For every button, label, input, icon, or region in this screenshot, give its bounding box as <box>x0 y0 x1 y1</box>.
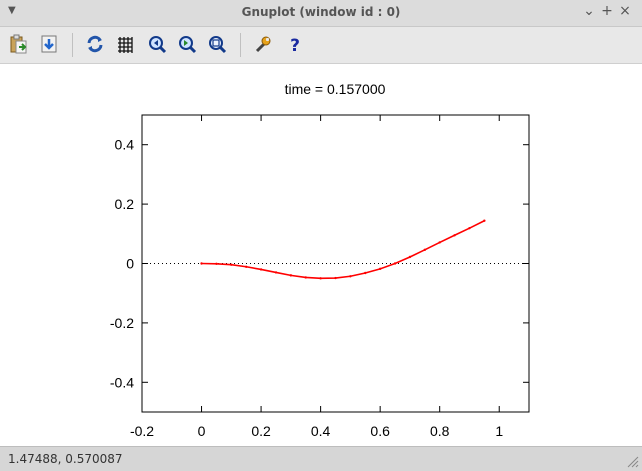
x-tick-label: 0.8 <box>430 423 450 439</box>
series-layer <box>200 219 486 280</box>
y-tick-label: -0.2 <box>110 315 134 331</box>
series-point <box>423 248 427 252</box>
help-button[interactable]: ? <box>284 33 306 55</box>
refresh-icon <box>87 35 103 53</box>
x-tick-label: 1 <box>495 423 503 439</box>
series-point <box>438 241 441 244</box>
toolbar: ? <box>0 27 642 64</box>
grid-button[interactable] <box>114 33 136 55</box>
mouse-coordinates: 1.47488, 0.570087 <box>8 452 123 466</box>
window-title: Gnuplot (window id : 0) <box>241 5 401 19</box>
toolbar-separator <box>72 33 73 57</box>
x-tick-label: 0.4 <box>311 423 331 439</box>
x-tick-label: -0.2 <box>130 423 154 439</box>
y-tick-label: 0.4 <box>115 137 135 153</box>
series-point <box>378 267 382 271</box>
y-tick-label: 0 <box>126 256 134 272</box>
zoom-back-icon <box>149 36 167 54</box>
series-point <box>200 262 203 265</box>
series-point <box>274 271 278 274</box>
export-button[interactable] <box>38 33 60 55</box>
series-point <box>244 265 248 268</box>
series-point <box>259 268 263 271</box>
series-point <box>453 234 456 237</box>
x-tick-label: 0 <box>198 423 206 439</box>
series-line-0 <box>201 220 485 280</box>
series-point <box>468 226 471 230</box>
series-point <box>364 271 367 275</box>
next-zoom-button[interactable] <box>176 33 198 55</box>
y-tick-label: -0.4 <box>110 374 134 390</box>
x-tick-label: 0.2 <box>251 423 271 439</box>
autoscale-button[interactable] <box>206 33 228 55</box>
axes: -0.2 0 0.2 0.4 0.6 0.8 1 -0.4 -0.2 0 0.2 0.4 <box>110 115 529 439</box>
previous-zoom-button[interactable] <box>146 33 168 55</box>
wrench-icon <box>255 36 271 53</box>
chart[interactable]: time = 0.157000 -0.2 0 0.2 0.4 0.6 0.8 1-0.4-0… <box>0 64 642 446</box>
series-point <box>319 277 322 280</box>
series-point <box>304 276 307 279</box>
save-icon <box>41 35 57 53</box>
grid-icon <box>118 37 133 53</box>
y-tick-label: 0.2 <box>115 196 135 212</box>
statusbar: 1.47488, 0.570087 <box>0 446 642 471</box>
series-point <box>483 219 486 222</box>
minimize-icon[interactable]: ⌄ <box>582 3 596 19</box>
help-icon: ? <box>290 36 300 54</box>
svg-text:?: ? <box>290 36 300 54</box>
series-point <box>334 276 337 280</box>
plot-canvas[interactable]: time = 0.157000 -0.2 0 0.2 0.4 0.6 0.8 1 -0.4 -0… <box>0 64 642 446</box>
maximize-icon[interactable]: + <box>600 3 614 19</box>
settings-button[interactable] <box>252 33 274 55</box>
replot-button[interactable] <box>84 33 106 55</box>
series-point <box>289 274 293 277</box>
series-point <box>349 275 352 278</box>
zoom-forward-icon <box>179 36 197 54</box>
window-titlebar[interactable]: ▼ Gnuplot (window id : 0) ⌄ + × <box>0 0 642 27</box>
series-point <box>393 262 397 265</box>
copy-to-clipboard-button[interactable] <box>8 33 30 55</box>
close-icon[interactable]: × <box>618 3 632 19</box>
series-point <box>230 263 233 266</box>
chart-title: time = 0.157000 <box>285 81 386 97</box>
toolbar-separator <box>240 33 241 57</box>
zoom-fit-icon <box>209 36 227 54</box>
resize-grip-icon[interactable] <box>627 456 639 468</box>
series-point <box>408 255 412 259</box>
series-point <box>215 262 218 265</box>
clipboard-icon <box>10 34 27 54</box>
x-tick-label: 0.6 <box>370 423 390 439</box>
